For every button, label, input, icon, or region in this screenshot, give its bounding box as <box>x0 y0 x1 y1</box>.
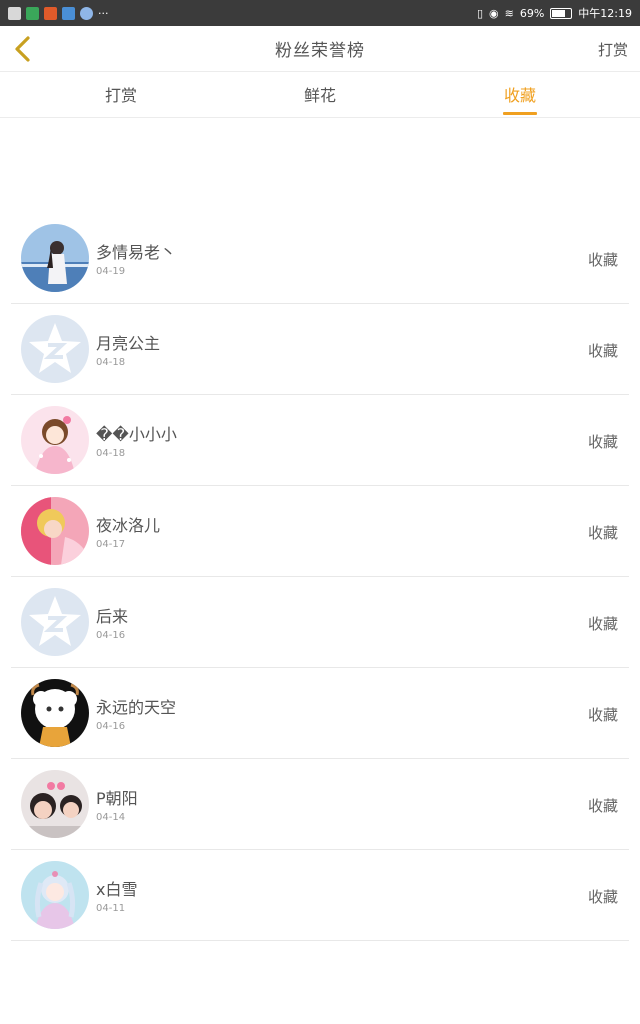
fan-name: ��小小小 <box>96 425 177 444</box>
fan-name: P朝阳 <box>96 789 138 808</box>
fan-date: 04-14 <box>96 812 126 823</box>
anime-girl-icon <box>21 861 89 929</box>
back-button[interactable] <box>8 34 38 64</box>
battery-icon <box>550 7 573 19</box>
fan-date: 04-19 <box>96 266 126 277</box>
action-label: 收藏 <box>587 888 618 906</box>
tab-favorites[interactable]: 收藏 <box>460 73 580 118</box>
wifi-icon: ≋ <box>504 6 514 20</box>
list-item[interactable]: 多情易老丶 04-19 收藏 <box>0 213 640 304</box>
sheep-icon <box>21 679 89 747</box>
avatar <box>21 588 89 656</box>
star-icon <box>21 588 89 656</box>
more-notifications-icon: ··· <box>98 6 109 20</box>
app-notification-icon <box>26 6 39 20</box>
avatar <box>21 861 89 929</box>
reward-button[interactable]: 打赏 <box>598 39 628 60</box>
page-title: 粉丝荣誉榜 <box>275 41 365 61</box>
app-notification-icon <box>8 6 21 20</box>
girl-photo-icon <box>21 224 89 292</box>
avatar <box>21 770 89 838</box>
app-notification-icon <box>62 6 75 20</box>
tab-label: 打赏 <box>104 86 137 105</box>
battery-percent: 69% <box>519 6 545 20</box>
vibrate-icon: ▯ <box>476 6 484 20</box>
fan-date: 04-18 <box>96 357 126 368</box>
list-item[interactable]: 夜冰洛儿 04-17 收藏 <box>0 486 640 577</box>
header: 粉丝荣誉榜 打赏 <box>0 26 640 72</box>
fan-name: 永远的天空 <box>96 698 177 717</box>
action-label: 收藏 <box>587 706 618 724</box>
fan-name: 多情易老丶 <box>96 243 177 262</box>
fan-date: 04-18 <box>96 448 126 459</box>
chevron-left-icon <box>15 36 30 62</box>
list-item[interactable]: x白雪 04-11 收藏 <box>0 850 640 941</box>
tab-reward[interactable]: 打赏 <box>61 73 181 118</box>
star-icon <box>21 315 89 383</box>
action-label: 收藏 <box>587 524 618 542</box>
fan-date: 04-16 <box>96 630 126 641</box>
kids-photo-icon <box>21 770 89 838</box>
tab-label: 鲜花 <box>303 86 336 105</box>
avatar <box>21 679 89 747</box>
fan-name: x白雪 <box>96 880 138 899</box>
list-item[interactable]: ��小小小 04-18 收藏 <box>0 395 640 486</box>
list-item[interactable]: 月亮公主 04-18 收藏 <box>0 304 640 395</box>
fan-list: 多情易老丶 04-19 收藏 月亮公主 04-18 收藏 ��小小小 04-18… <box>0 213 640 941</box>
tab-bar: 打赏 鲜花 收藏 <box>0 73 640 118</box>
avatar <box>21 406 89 474</box>
action-label: 收藏 <box>587 251 618 269</box>
fan-name: 后来 <box>96 607 129 626</box>
divider <box>11 940 629 941</box>
status-bar: ··· ▯ ◉ ≋ 69% 中午12:19 <box>0 0 640 26</box>
action-label: 收藏 <box>587 433 618 451</box>
app-notification-icon <box>80 6 93 20</box>
app-notification-icon <box>44 6 57 20</box>
list-item[interactable]: P朝阳 04-14 收藏 <box>0 759 640 850</box>
notification-icons: ··· <box>8 6 109 20</box>
fan-name: 夜冰洛儿 <box>96 516 161 535</box>
active-tab-indicator <box>503 112 537 115</box>
clock: 中午12:19 <box>578 7 632 20</box>
tab-label: 收藏 <box>503 86 536 105</box>
system-status: ▯ ◉ ≋ 69% 中午12:19 <box>477 5 632 21</box>
action-label: 收藏 <box>587 615 618 633</box>
fan-name: 月亮公主 <box>96 334 161 353</box>
avatar <box>21 497 89 565</box>
avatar <box>21 315 89 383</box>
fan-date: 04-17 <box>96 539 126 550</box>
action-label: 收藏 <box>587 797 618 815</box>
girl-photo-icon <box>21 497 89 565</box>
anime-girl-icon <box>21 406 89 474</box>
fan-date: 04-11 <box>96 903 126 914</box>
fan-date: 04-16 <box>96 721 126 732</box>
action-label: 收藏 <box>587 342 618 360</box>
tab-flowers[interactable]: 鲜花 <box>260 73 380 118</box>
eye-icon: ◉ <box>489 6 499 20</box>
list-item[interactable]: 后来 04-16 收藏 <box>0 577 640 668</box>
list-item[interactable]: 永远的天空 04-16 收藏 <box>0 668 640 759</box>
avatar <box>21 224 89 292</box>
